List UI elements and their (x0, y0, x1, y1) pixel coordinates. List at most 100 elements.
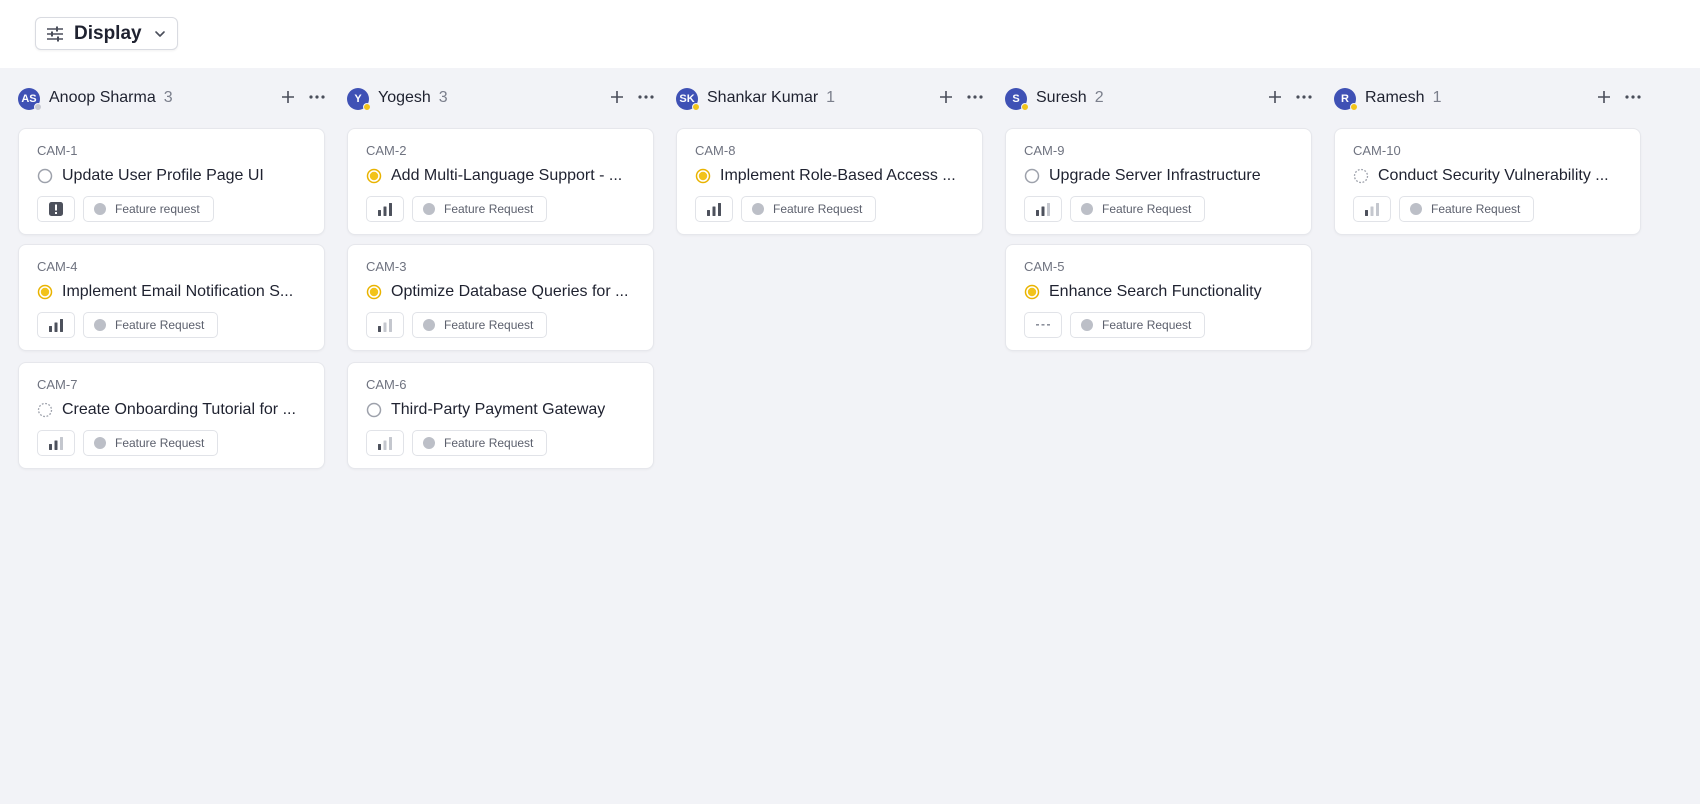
label-text: Feature Request (115, 436, 205, 450)
backlog-status-icon[interactable] (37, 168, 53, 184)
label-chip[interactable]: Feature Request (1399, 196, 1535, 222)
column-count: 1 (1432, 89, 1442, 106)
issue-card[interactable]: CAM-3 Optimize Database Queries for ... Fe… (347, 244, 654, 351)
high-priority-icon (706, 202, 722, 216)
more-icon[interactable] (967, 95, 983, 99)
low-priority-icon (377, 436, 393, 450)
issue-id: CAM-10 (1353, 143, 1401, 158)
issue-id: CAM-6 (366, 377, 407, 392)
chevron-down-icon (153, 27, 167, 41)
label-dot (94, 319, 106, 331)
high-priority-icon (48, 318, 64, 332)
in-progress-status-icon[interactable] (366, 284, 382, 300)
column-title: Ramesh (1365, 89, 1425, 106)
avatar[interactable]: S (1005, 88, 1029, 111)
add-icon[interactable] (610, 90, 624, 104)
label-chip[interactable]: Feature Request (412, 196, 548, 222)
priority-button[interactable] (37, 312, 75, 338)
backlog-status-icon[interactable] (1024, 168, 1040, 184)
avatar[interactable]: Y (347, 88, 371, 111)
more-icon[interactable] (1296, 95, 1312, 99)
priority-button[interactable] (366, 196, 404, 222)
priority-button[interactable] (1353, 196, 1391, 222)
priority-button[interactable] (695, 196, 733, 222)
backlog-status-icon[interactable] (366, 402, 382, 418)
issue-card[interactable]: CAM-10 Conduct Security Vulnerability ...… (1334, 128, 1641, 235)
issue-card[interactable]: CAM-4 Implement Email Notification S... Fe… (18, 244, 325, 351)
label-dot (1081, 203, 1093, 215)
issue-id: CAM-1 (37, 143, 78, 158)
column-count: 1 (826, 89, 836, 106)
more-icon[interactable] (638, 95, 654, 99)
issue-card[interactable]: CAM-8 Implement Role-Based Access ... Feat… (676, 128, 983, 235)
column-header: SK Shankar Kumar 1 (676, 68, 983, 128)
priority-button[interactable] (37, 196, 75, 222)
avatar[interactable]: AS (18, 88, 42, 111)
priority-button[interactable] (37, 430, 75, 456)
column-title: Anoop Sharma (49, 89, 156, 106)
column-shankar-kumar: SK Shankar Kumar 1 CAM-8 Implement Role-Base… (676, 68, 983, 235)
label-chip[interactable]: Feature Request (83, 430, 219, 456)
more-icon[interactable] (1625, 95, 1641, 99)
label-text: Feature Request (1431, 202, 1521, 216)
label-chip[interactable]: Feature request (83, 196, 214, 222)
label-dot (423, 203, 435, 215)
priority-button[interactable] (1024, 312, 1062, 338)
avatar-initials: S (1012, 93, 1020, 105)
in-progress-status-icon[interactable] (1024, 284, 1040, 300)
label-dot (1410, 203, 1422, 215)
issue-title: Create Onboarding Tutorial for ... (62, 401, 296, 418)
presence-dot (1021, 103, 1029, 111)
issue-card[interactable]: CAM-5 Enhance Search Functionality Feature… (1005, 244, 1312, 351)
issue-title: Enhance Search Functionality (1049, 283, 1262, 300)
issue-id: CAM-8 (695, 143, 736, 158)
add-icon[interactable] (1268, 90, 1282, 104)
label-chip[interactable]: Feature Request (412, 312, 548, 338)
label-text: Feature Request (444, 318, 534, 332)
label-chip[interactable]: Feature Request (1070, 312, 1206, 338)
column-header: AS Anoop Sharma 3 (18, 68, 325, 128)
label-text: Feature Request (115, 318, 205, 332)
in-progress-status-icon[interactable] (695, 168, 711, 184)
avatar[interactable]: R (1334, 88, 1358, 111)
issue-id: CAM-2 (366, 143, 407, 158)
avatar[interactable]: SK (676, 88, 700, 111)
label-dot (423, 319, 435, 331)
add-icon[interactable] (1597, 90, 1611, 104)
priority-button[interactable] (366, 312, 404, 338)
in-progress-status-icon[interactable] (366, 168, 382, 184)
high-priority-icon (377, 202, 393, 216)
issue-card[interactable]: CAM-1 Update User Profile Page UI Feature … (18, 128, 325, 235)
add-icon[interactable] (939, 90, 953, 104)
label-chip[interactable]: Feature Request (412, 430, 548, 456)
todo-status-icon[interactable] (37, 402, 53, 418)
more-icon[interactable] (309, 95, 325, 99)
add-icon[interactable] (281, 90, 295, 104)
label-text: Feature Request (444, 436, 534, 450)
issue-id: CAM-9 (1024, 143, 1065, 158)
column-header: Y Yogesh 3 (347, 68, 654, 128)
issue-card[interactable]: CAM-2 Add Multi-Language Support - ... Fea… (347, 128, 654, 235)
column-suresh: S Suresh 2 CAM-9 Upgrade Server Infrastructu… (1005, 68, 1312, 351)
issue-card[interactable]: CAM-7 Create Onboarding Tutorial for ... F… (18, 362, 325, 469)
priority-button[interactable] (366, 430, 404, 456)
issue-id: CAM-5 (1024, 259, 1065, 274)
label-chip[interactable]: Feature Request (1070, 196, 1206, 222)
column-header: R Ramesh 1 (1334, 68, 1641, 128)
priority-button[interactable] (1024, 196, 1062, 222)
in-progress-status-icon[interactable] (37, 284, 53, 300)
label-dot (423, 437, 435, 449)
label-chip[interactable]: Feature Request (741, 196, 877, 222)
issue-card[interactable]: CAM-6 Third-Party Payment Gateway Feature … (347, 362, 654, 469)
label-dot (94, 203, 106, 215)
medium-priority-icon (1035, 202, 1051, 216)
column-header: S Suresh 2 (1005, 68, 1312, 128)
presence-dot (1350, 103, 1358, 111)
kanban-board: AS Anoop Sharma 3 CAM-1 Update User Profile … (0, 68, 1700, 804)
label-chip[interactable]: Feature Request (83, 312, 219, 338)
display-button[interactable]: Display (35, 17, 178, 50)
issue-card[interactable]: CAM-9 Upgrade Server Infrastructure Featur… (1005, 128, 1312, 235)
column-yogesh: Y Yogesh 3 CAM-2 Add Multi-Language Support … (347, 68, 654, 469)
issue-title: Add Multi-Language Support - ... (391, 167, 623, 184)
todo-status-icon[interactable] (1353, 168, 1369, 184)
